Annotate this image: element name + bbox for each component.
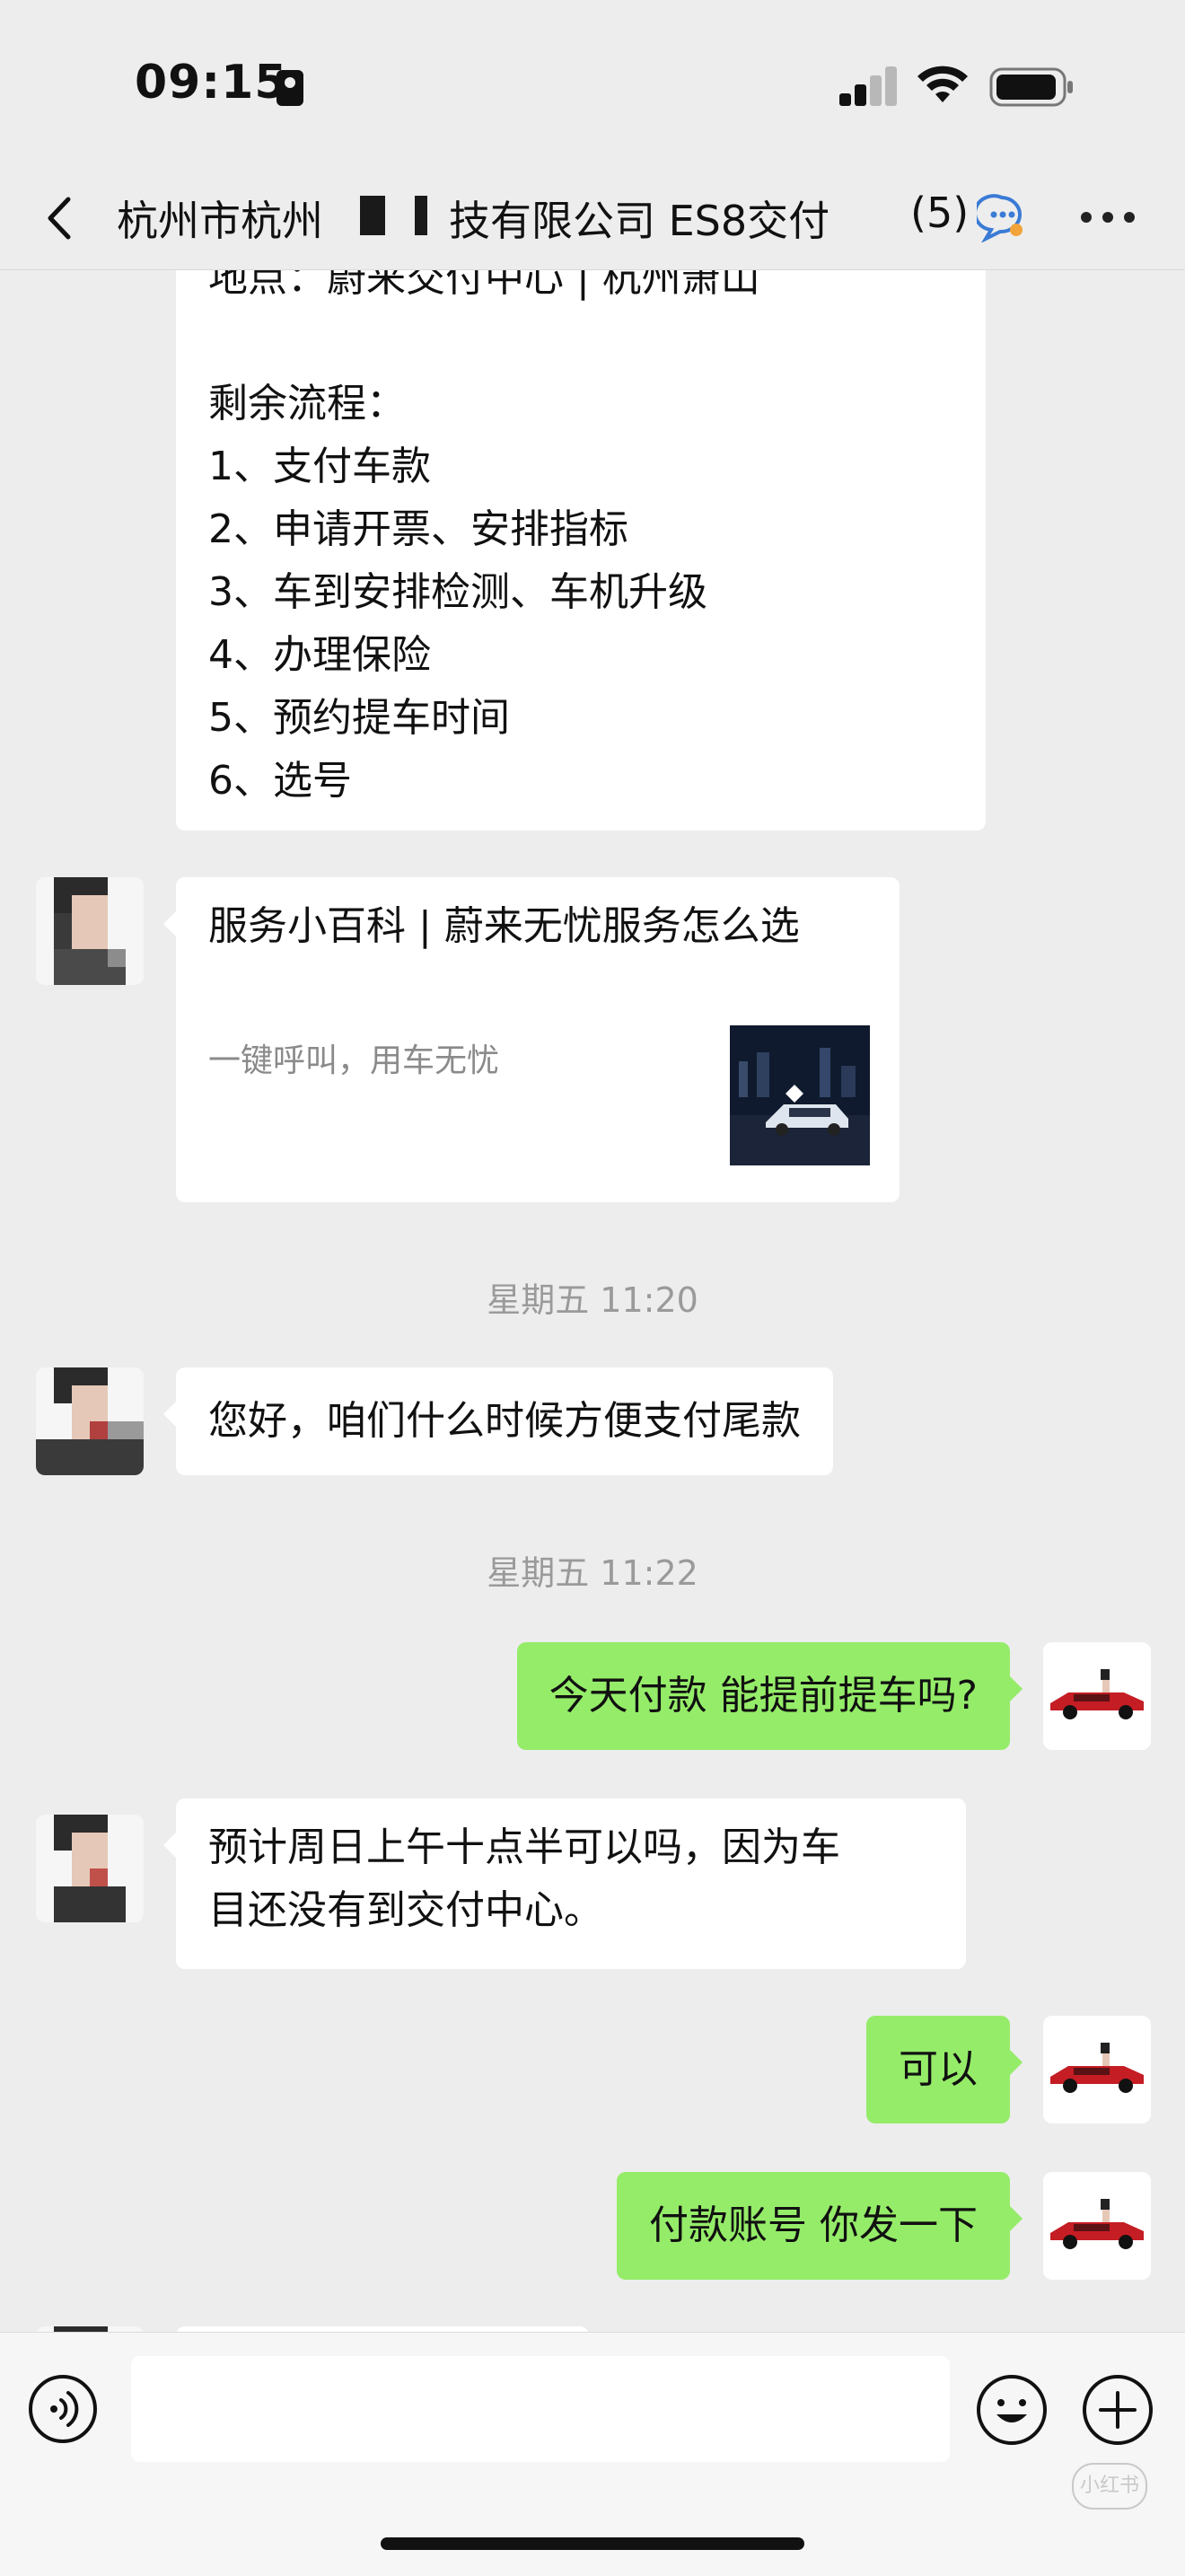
chat-messages[interactable]: 地点：蔚来交付中心 | 杭州萧山 剩余流程： 1、支付车款 2、申请开票、安排指… (0, 270, 1185, 2332)
message-text: 预计周日上午十点半可以吗，因为车 (208, 1824, 840, 1870)
message-bubble[interactable]: 预计周日上午十点半可以吗，因为车 目还没有到交付中心。 (163, 1798, 966, 1969)
chat-title-part2: 技有限公司 ES8交付 (449, 197, 830, 245)
wifi-icon (917, 66, 968, 102)
message-text: 地点：蔚来交付中心 | 杭州萧山 (208, 270, 760, 301)
list-item: 3、车到安排检测、车机升级 (208, 569, 707, 615)
message-text: 剩余流程： (208, 381, 406, 426)
message-timestamp: 星期五 11:22 (487, 1553, 698, 1593)
message-bubble-own[interactable]: 付款账号 你发一下 (617, 2172, 1023, 2280)
more-icon[interactable] (1081, 212, 1135, 226)
emoji-icon[interactable] (975, 2373, 1049, 2447)
message-text: 付款账号 你发一下 (649, 2202, 978, 2248)
back-icon[interactable] (38, 187, 83, 250)
home-indicator[interactable] (381, 2537, 804, 2550)
list-item: 4、办理保险 (208, 632, 431, 678)
message-bubble[interactable]: 地点：蔚来交付中心 | 杭州萧山 剩余流程： 1、支付车款 2、申请开票、安排指… (176, 270, 986, 831)
link-card-description: 一键呼叫，用车无忧 (208, 1042, 500, 1079)
list-item: 5、预约提车时间 (208, 695, 510, 741)
avatar[interactable] (36, 1815, 144, 1922)
chat-title-part1: 杭州市杭州 (117, 197, 323, 245)
list-item: 1、支付车款 (208, 444, 431, 489)
member-count: (5) (910, 189, 970, 237)
input-bar: 小红书 (0, 2332, 1185, 2576)
link-card[interactable]: 服务小百科 | 蔚来无忧服务怎么选 一键呼叫，用车无忧 (163, 877, 900, 1202)
message-text: 您好，咱们什么时候方便支付尾款 (208, 1398, 801, 1444)
message-text: 今天付款 能提前提车吗? (549, 1673, 978, 1719)
avatar[interactable] (36, 877, 144, 985)
avatar-own[interactable] (1043, 1642, 1151, 1750)
list-item: 2、申请开票、安排指标 (208, 506, 628, 552)
message-bubble[interactable]: 您好，咱们什么时候方便支付尾款 (163, 1367, 833, 1475)
avatar[interactable] (36, 1367, 144, 1475)
voice-icon[interactable] (27, 2373, 99, 2445)
cellular-signal-icon (839, 66, 899, 106)
message-timestamp: 星期五 11:20 (487, 1280, 698, 1320)
message-input[interactable] (131, 2356, 950, 2462)
link-card-title: 服务小百科 | 蔚来无忧服务怎么选 (208, 903, 800, 949)
status-bar: 09:15 (0, 0, 1185, 171)
avatar-own[interactable] (1043, 2172, 1151, 2280)
id-card-icon (276, 70, 303, 106)
message-text: 可以 (899, 2046, 978, 2092)
message-text: 目还没有到交付中心。 (208, 1887, 603, 1933)
message-bubble-own[interactable]: 今天付款 能提前提车吗? (516, 1642, 1023, 1750)
link-card-thumbnail (730, 1025, 870, 1165)
chat-title[interactable]: 杭州市杭州 技有限公司 ES8交付 (117, 189, 830, 248)
list-item: 6、选号 (208, 758, 352, 804)
avatar-own[interactable] (1043, 2016, 1151, 2123)
chat-header: 杭州市杭州 技有限公司 ES8交付 (5) (0, 171, 1185, 270)
message-bubble-own[interactable]: 可以 (866, 2016, 1023, 2123)
redaction-block (415, 196, 427, 235)
watermark: 小红书 (1072, 2463, 1147, 2510)
redaction-block (360, 196, 385, 235)
chat-info-icon[interactable] (977, 192, 1027, 242)
add-icon[interactable] (1081, 2373, 1154, 2447)
status-time: 09:15 (135, 56, 288, 110)
battery-icon (989, 67, 1073, 107)
